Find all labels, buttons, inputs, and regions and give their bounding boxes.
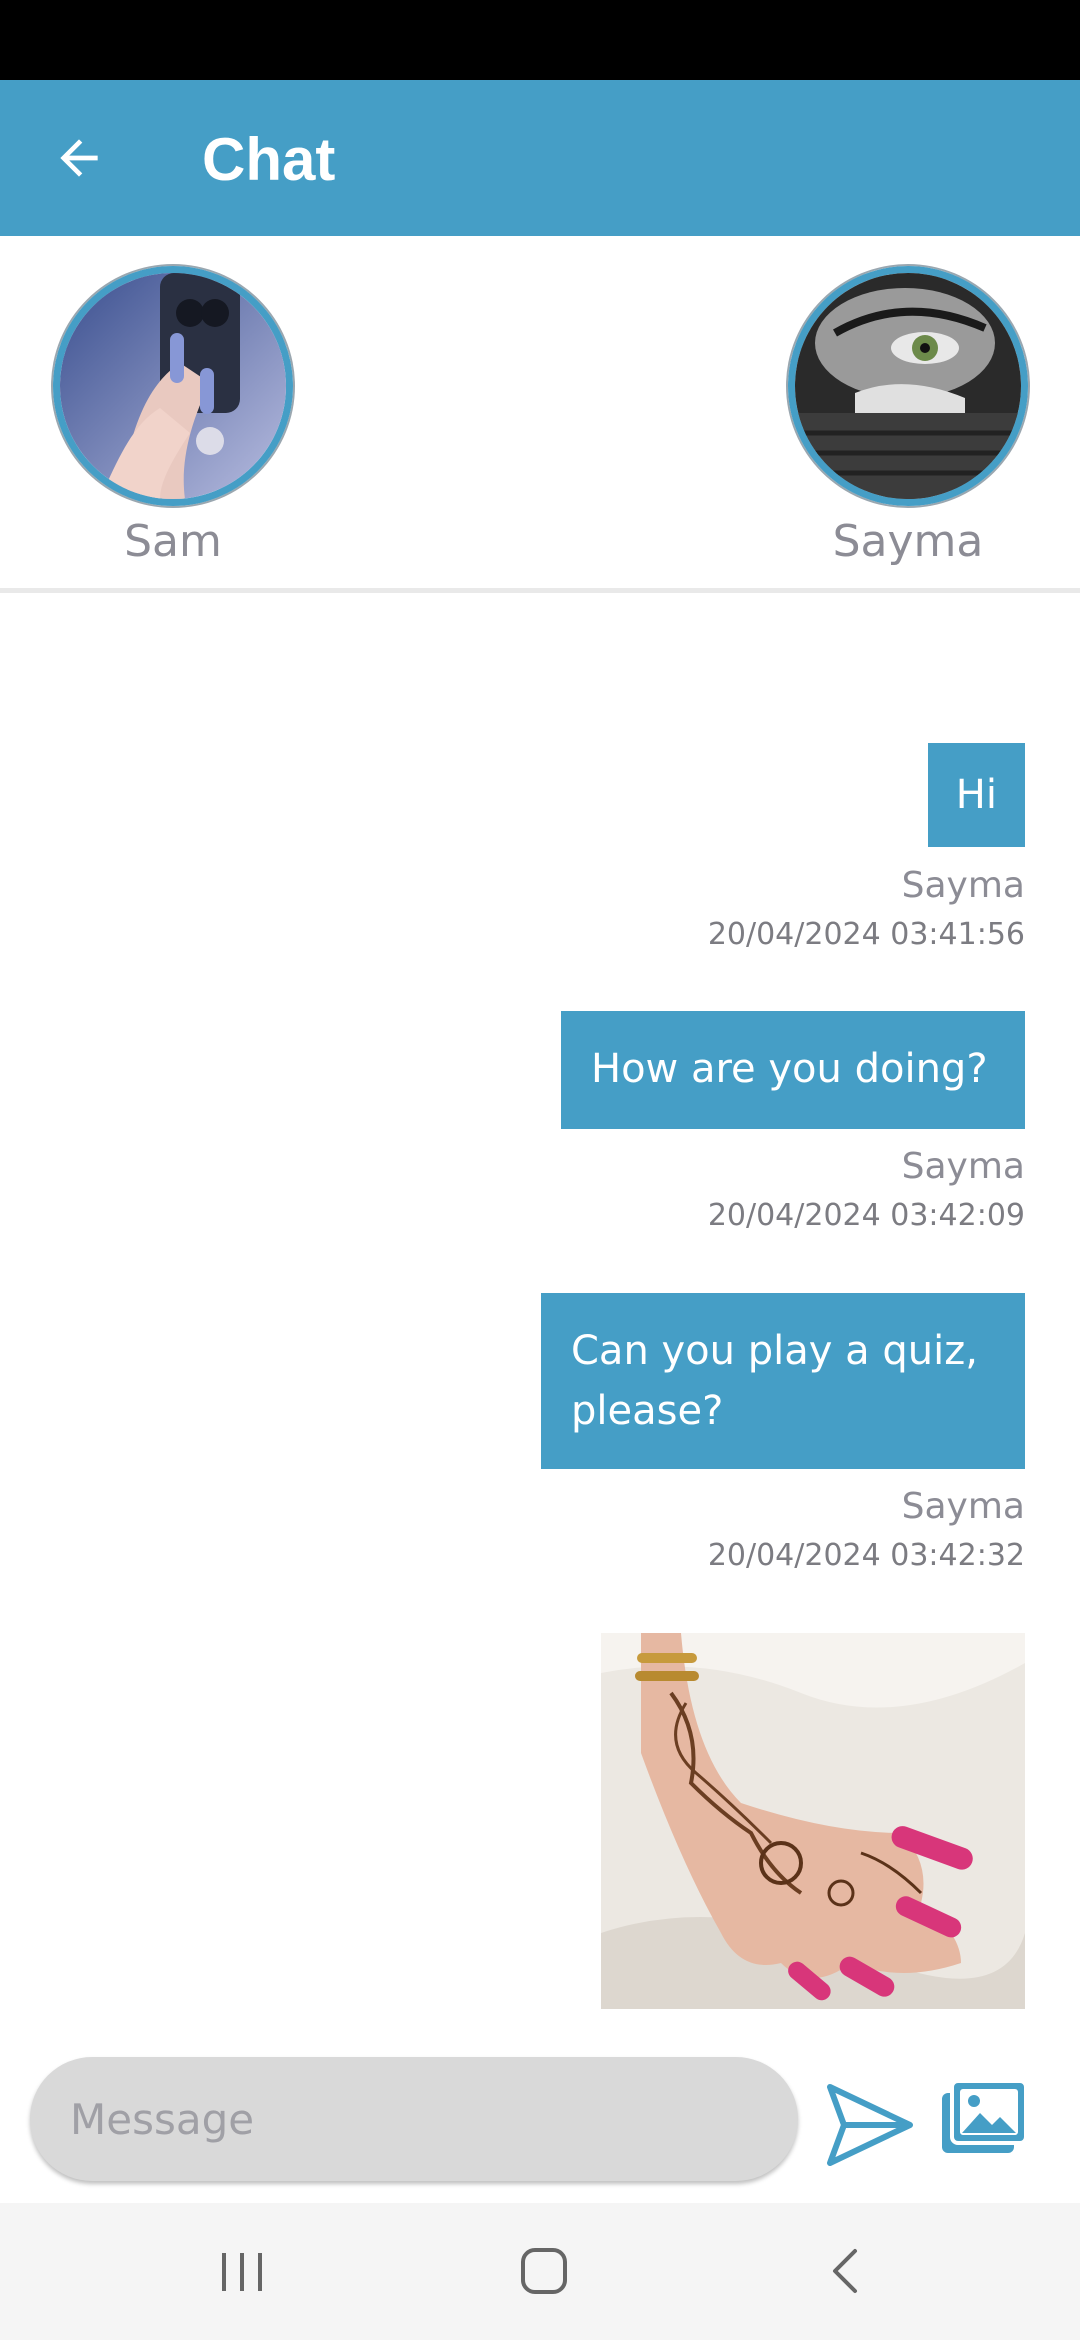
app-bar: Chat bbox=[0, 80, 1080, 236]
send-button[interactable] bbox=[824, 2079, 916, 2171]
message-bubble[interactable]: Hi bbox=[927, 743, 1025, 847]
system-nav-bar bbox=[0, 2203, 1080, 2340]
nav-back-button[interactable] bbox=[802, 2231, 892, 2311]
recents-icon bbox=[222, 2253, 262, 2291]
message-image[interactable] bbox=[601, 1633, 1025, 2009]
message-list[interactable]: Hi Sayma 20/04/2024 03:41:56 How are you… bbox=[0, 593, 1080, 2053]
status-bar bbox=[0, 0, 1080, 80]
avatar bbox=[788, 266, 1028, 506]
message-sender: Sayma bbox=[901, 1146, 1025, 1187]
home-icon bbox=[521, 2248, 567, 2294]
attach-image-button[interactable] bbox=[938, 2073, 1030, 2165]
participant-sayma[interactable]: Sayma bbox=[788, 266, 1028, 567]
participants-header: Sam Sayma bbox=[0, 236, 1080, 593]
message-sender: Sayma bbox=[901, 865, 1025, 906]
participant-name: Sayma bbox=[832, 516, 984, 567]
message-timestamp: 20/04/2024 03:42:32 bbox=[707, 1538, 1025, 1573]
avatar bbox=[53, 266, 293, 506]
participant-name: Sam bbox=[124, 516, 222, 567]
participant-sam[interactable]: Sam bbox=[53, 266, 293, 567]
message-timestamp: 20/04/2024 03:42:09 bbox=[707, 1198, 1025, 1233]
send-icon bbox=[827, 2084, 913, 2166]
message-input[interactable] bbox=[30, 2057, 798, 2181]
chevron-left-icon bbox=[833, 2249, 857, 2293]
back-button[interactable] bbox=[40, 116, 118, 200]
message-bubble[interactable]: How are you doing? bbox=[561, 1011, 1025, 1129]
home-button[interactable] bbox=[499, 2231, 589, 2311]
recents-button[interactable] bbox=[197, 2231, 287, 2311]
arrow-left-icon bbox=[60, 139, 98, 177]
page-title: Chat bbox=[202, 126, 336, 193]
message-composer bbox=[0, 2053, 1080, 2203]
message-sender: Sayma bbox=[901, 1486, 1025, 1527]
message-timestamp: 20/04/2024 03:41:56 bbox=[707, 917, 1025, 952]
message-bubble[interactable]: Can you play a quiz, please? bbox=[541, 1293, 1025, 1469]
image-gallery-icon bbox=[942, 2079, 1028, 2153]
